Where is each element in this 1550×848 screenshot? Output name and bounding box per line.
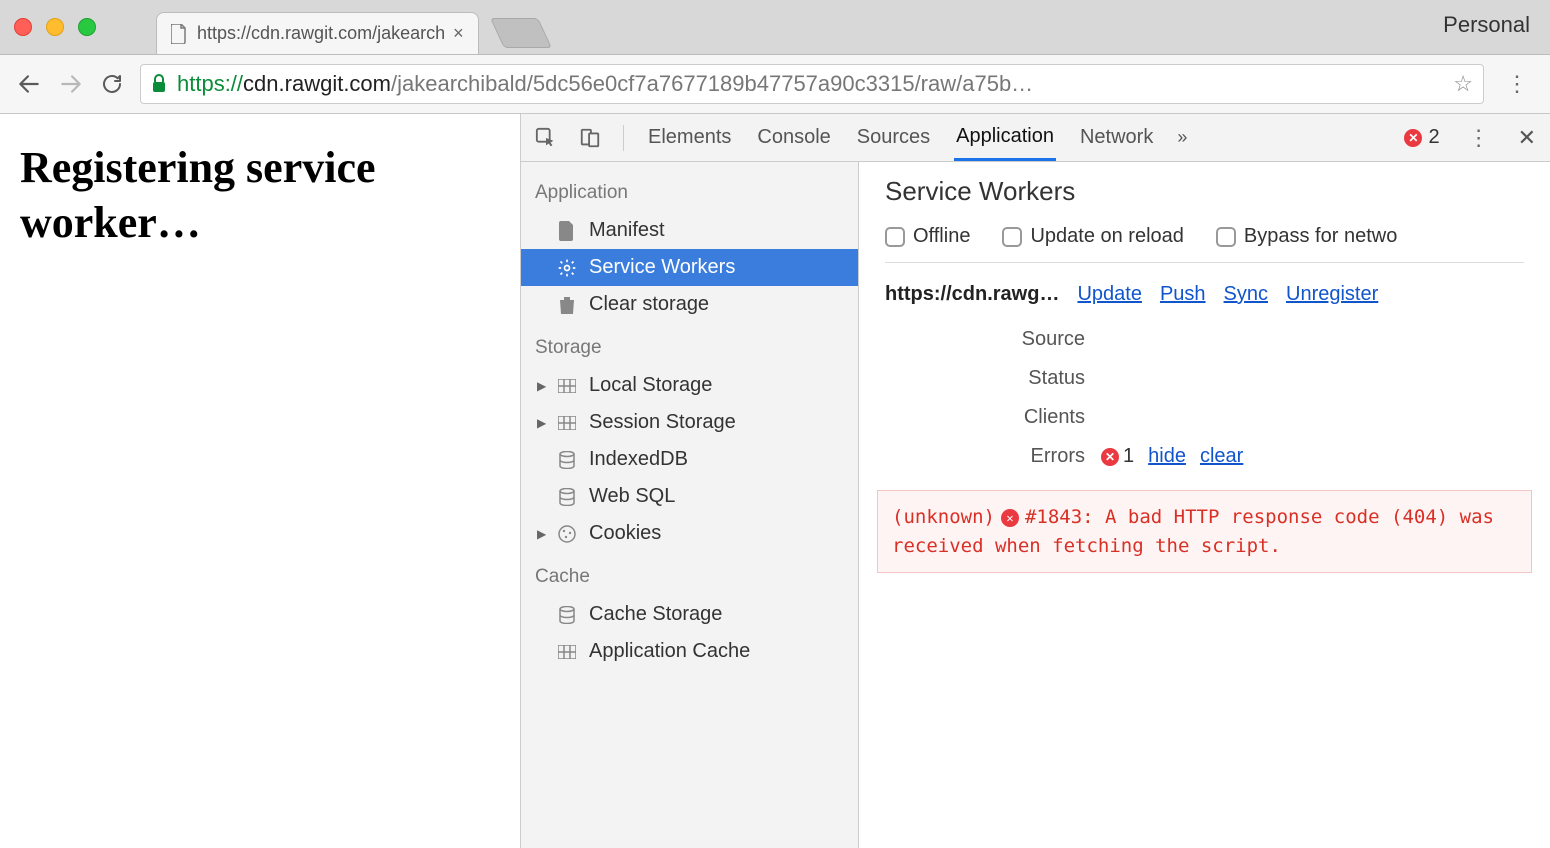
sidebar-item-label: IndexedDB xyxy=(589,448,688,471)
service-workers-panel: Service Workers Offline Update on reload… xyxy=(859,162,1550,848)
update-link[interactable]: Update xyxy=(1077,283,1142,306)
label-clients: Clients xyxy=(885,406,1085,429)
error-icon: ✕ xyxy=(1404,129,1422,147)
sidebar-item-label: Local Storage xyxy=(589,374,712,397)
lock-icon xyxy=(151,74,167,94)
bypass-for-network-checkbox[interactable]: Bypass for netwo xyxy=(1216,225,1397,248)
table-icon xyxy=(557,416,577,430)
unregister-link[interactable]: Unregister xyxy=(1286,283,1378,306)
sidebar-item-label: Manifest xyxy=(589,219,665,242)
file-icon xyxy=(171,24,187,44)
bookmark-icon[interactable]: ☆ xyxy=(1453,71,1473,97)
browser-tab[interactable]: https://cdn.rawgit.com/jakearch × xyxy=(156,12,479,54)
panel-title: Service Workers xyxy=(885,176,1524,207)
gear-icon xyxy=(557,258,577,278)
sidebar-item-indexeddb[interactable]: IndexedDB xyxy=(521,441,858,478)
clear-errors-link[interactable]: clear xyxy=(1200,445,1243,468)
sidebar-item-label: Session Storage xyxy=(589,411,736,434)
page-content: Registering service worker… xyxy=(0,114,520,848)
back-button[interactable] xyxy=(16,71,42,97)
sidebar-item-label: Service Workers xyxy=(589,256,735,279)
minimize-window-button[interactable] xyxy=(46,18,64,36)
url-scheme: https:// xyxy=(177,71,243,97)
address-bar[interactable]: https:// cdn.rawgit.com /jakearchibald/5… xyxy=(140,64,1484,104)
zoom-window-button[interactable] xyxy=(78,18,96,36)
tab-console[interactable]: Console xyxy=(755,114,832,161)
browser-menu-button[interactable]: ⋮ xyxy=(1500,71,1534,97)
tab-network[interactable]: Network xyxy=(1078,114,1155,161)
error-icon: ✕ xyxy=(1101,448,1119,466)
sidebar-item-service-workers[interactable]: Service Workers xyxy=(521,249,858,286)
offline-checkbox[interactable]: Offline xyxy=(885,225,970,248)
sidebar-group-application: Application xyxy=(521,168,858,212)
url-host: cdn.rawgit.com xyxy=(243,71,391,97)
error-icon: ✕ xyxy=(1001,509,1019,527)
application-sidebar: Application Manifest Service Workers Cle… xyxy=(521,162,859,848)
tab-elements[interactable]: Elements xyxy=(646,114,733,161)
more-tabs-icon[interactable]: » xyxy=(1177,127,1187,148)
profile-label[interactable]: Personal xyxy=(1443,12,1530,38)
error-message-box: (unknown)✕#1843: A bad HTTP response cod… xyxy=(877,490,1532,573)
sidebar-item-session-storage[interactable]: Session Storage xyxy=(521,404,858,441)
reload-button[interactable] xyxy=(100,72,124,96)
devtools-menu-button[interactable]: ⋮ xyxy=(1462,125,1496,151)
trash-icon xyxy=(557,295,577,315)
database-icon xyxy=(557,451,577,469)
sidebar-item-cache-storage[interactable]: Cache Storage xyxy=(521,596,858,633)
error-count-badge: ✕ 1 xyxy=(1101,445,1134,468)
forward-button[interactable] xyxy=(58,71,84,97)
table-icon xyxy=(557,645,577,659)
inspect-element-icon[interactable] xyxy=(535,127,557,149)
device-toolbar-icon[interactable] xyxy=(579,127,601,149)
sidebar-item-label: Clear storage xyxy=(589,293,709,316)
label-status: Status xyxy=(885,367,1085,390)
table-icon xyxy=(557,379,577,393)
error-count: 2 xyxy=(1428,126,1439,149)
close-tab-button[interactable]: × xyxy=(453,23,464,44)
database-icon xyxy=(557,488,577,506)
label-errors: Errors xyxy=(885,445,1085,468)
sidebar-item-label: Web SQL xyxy=(589,485,675,508)
devtools-close-button[interactable]: ✕ xyxy=(1518,125,1536,151)
sidebar-item-manifest[interactable]: Manifest xyxy=(521,212,858,249)
sidebar-item-clear-storage[interactable]: Clear storage xyxy=(521,286,858,323)
page-heading: Registering service worker… xyxy=(20,140,500,250)
sidebar-item-cookies[interactable]: Cookies xyxy=(521,515,858,552)
file-icon xyxy=(557,221,577,241)
sidebar-item-web-sql[interactable]: Web SQL xyxy=(521,478,858,515)
tab-application[interactable]: Application xyxy=(954,114,1056,161)
url-path: /jakearchibald/5dc56e0cf7a7677189b47757a… xyxy=(391,71,1033,97)
close-window-button[interactable] xyxy=(14,18,32,36)
error-indicator[interactable]: ✕ 2 xyxy=(1404,126,1439,149)
push-link[interactable]: Push xyxy=(1160,283,1206,306)
label-source: Source xyxy=(885,328,1085,351)
sync-link[interactable]: Sync xyxy=(1224,283,1268,306)
sidebar-group-cache: Cache xyxy=(521,552,858,596)
new-tab-button[interactable] xyxy=(490,18,552,48)
hide-errors-link[interactable]: hide xyxy=(1148,445,1186,468)
tab-sources[interactable]: Sources xyxy=(855,114,932,161)
sidebar-item-label: Cookies xyxy=(589,522,661,545)
sw-origin: https://cdn.rawg… xyxy=(885,283,1059,306)
tab-title: https://cdn.rawgit.com/jakearch xyxy=(197,23,445,44)
cookie-icon xyxy=(557,525,577,543)
error-source: (unknown) xyxy=(892,506,995,528)
update-on-reload-checkbox[interactable]: Update on reload xyxy=(1002,225,1183,248)
sidebar-item-local-storage[interactable]: Local Storage xyxy=(521,367,858,404)
database-icon xyxy=(557,606,577,624)
devtools-panel: Elements Console Sources Application Net… xyxy=(520,114,1550,848)
sidebar-item-label: Cache Storage xyxy=(589,603,722,626)
sidebar-group-storage: Storage xyxy=(521,323,858,367)
window-controls xyxy=(14,18,96,54)
sidebar-item-application-cache[interactable]: Application Cache xyxy=(521,633,858,670)
sidebar-item-label: Application Cache xyxy=(589,640,750,663)
